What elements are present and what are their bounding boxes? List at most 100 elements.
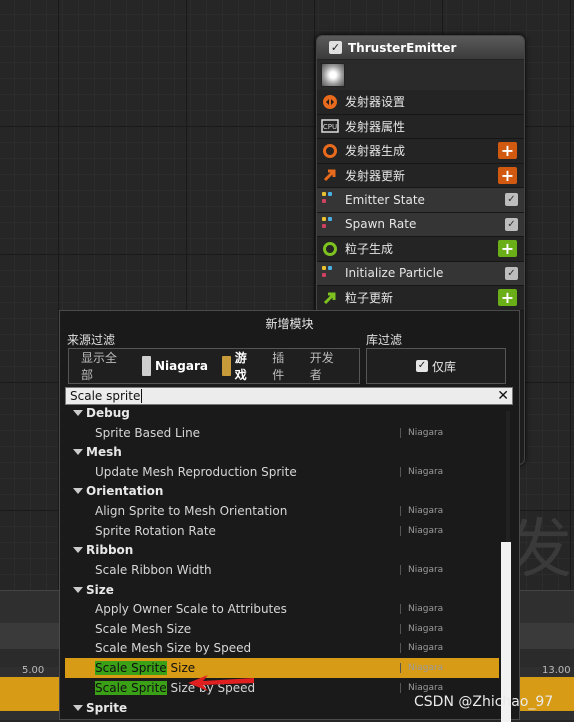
- module-list-item[interactable]: Sprite Based Line Niagara: [60, 423, 508, 443]
- stack-row-label: Initialize Particle: [345, 266, 444, 281]
- module-list-item[interactable]: Apply Owner Scale to Attributes Niagara: [60, 599, 508, 619]
- stack-section-row[interactable]: 粒子生成 +: [317, 237, 524, 262]
- module-list-item[interactable]: Sprite Rotation Rate Niagara: [60, 521, 508, 541]
- emitter-spawn-icon: [321, 142, 339, 160]
- module-source: Niagara: [400, 663, 443, 674]
- particle-spawn-icon: [321, 240, 339, 258]
- module-source: Niagara: [400, 643, 443, 654]
- library-only-checkbox[interactable]: ✓: [415, 360, 428, 372]
- module-name-rest: Size: [166, 661, 196, 676]
- module-name: Scale Mesh Size by Speed: [95, 641, 252, 656]
- stack-row-label: 发射器生成: [345, 144, 406, 159]
- category-name: Mesh: [86, 445, 122, 460]
- module-list-item[interactable]: Scale Sprite Size Niagara: [65, 658, 499, 679]
- cpu-icon: CPU: [321, 117, 339, 135]
- emitter-update-icon: [321, 166, 339, 184]
- add-module-button[interactable]: +: [498, 142, 517, 160]
- stack-module-row[interactable]: Emitter State ✓: [317, 188, 524, 213]
- module-enable-checkbox[interactable]: ✓: [505, 266, 518, 280]
- stack-row-label: 粒子生成: [345, 242, 394, 257]
- module-source: Niagara: [400, 682, 443, 693]
- module-list-item[interactable]: Scale Ribbon Width Niagara: [60, 560, 508, 580]
- clear-search-icon[interactable]: ✕: [497, 388, 509, 404]
- category-name: Ribbon: [86, 543, 134, 558]
- emitter-enable-checkbox[interactable]: ✓: [329, 41, 342, 54]
- source-filter-label: Niagara: [155, 359, 208, 373]
- module-source: Niagara: [400, 427, 443, 438]
- stack-row-label: Emitter State: [345, 192, 425, 207]
- module-list-item[interactable]: Scale Mesh Size Niagara: [60, 619, 508, 639]
- category-name: Debug: [86, 407, 130, 420]
- search-match-highlight: Scale Sprite: [95, 661, 167, 676]
- module-list-item[interactable]: Update Mesh Reproduction Sprite Niagara: [60, 462, 508, 482]
- add-module-button[interactable]: +: [498, 166, 517, 184]
- watermark: CSDN @Zhichao_97: [414, 694, 554, 710]
- collapse-triangle-icon[interactable]: [73, 586, 83, 593]
- source-filter-chip[interactable]: Niagara: [142, 356, 208, 376]
- module-dots-icon: [322, 192, 336, 208]
- category-row[interactable]: Ribbon: [60, 540, 508, 560]
- category-name: Size: [86, 582, 114, 597]
- stack-section-row[interactable]: 发射器更新 +: [317, 163, 524, 188]
- module-source: Niagara: [400, 623, 443, 634]
- add-module-popup[interactable]: 新增模块 来源过滤 库过滤 显示全部 Niagara 游戏 插件 开发者 ✓ 仅库 Sc…: [59, 310, 520, 722]
- popup-title: 新增模块: [265, 317, 314, 331]
- category-row[interactable]: Mesh: [60, 442, 508, 462]
- module-name: Update Mesh Reproduction Sprite: [95, 464, 297, 479]
- collapse-triangle-icon[interactable]: [73, 547, 83, 554]
- module-source: Niagara: [400, 525, 443, 536]
- emitter-stack: 发射器设置 CPU 发射器属性 发射器生成 + 发射器更新 + Emitter State ✓ S…: [317, 90, 524, 311]
- module-name: Align Sprite to Mesh Orientation: [95, 503, 288, 518]
- emitter-thumbnail[interactable]: [321, 63, 345, 87]
- stack-row-label: 发射器设置: [345, 95, 406, 110]
- module-dots-icon: [322, 265, 336, 282]
- stack-row-label: 发射器更新: [345, 168, 406, 183]
- add-module-button[interactable]: +: [498, 289, 517, 307]
- svg-text:CPU: CPU: [323, 123, 337, 131]
- collapse-triangle-icon[interactable]: [73, 449, 83, 456]
- library-only-toggle[interactable]: ✓ 仅库: [366, 348, 506, 384]
- module-list-item[interactable]: Align Sprite to Mesh Orientation Niagara: [60, 501, 508, 521]
- emitter-thumbnail-row: [317, 60, 524, 90]
- emitter-node-header[interactable]: ✓ ThrusterEmitter: [317, 36, 524, 60]
- module-dots-icon: [322, 216, 336, 233]
- source-filter-chip[interactable]: 显示全部: [81, 349, 128, 383]
- stack-section-row[interactable]: 发射器设置: [317, 90, 524, 115]
- collapse-triangle-icon[interactable]: [73, 488, 83, 495]
- stack-section-row[interactable]: 粒子更新 +: [317, 286, 524, 311]
- source-color-swatch: [221, 356, 231, 376]
- stack-section-row[interactable]: CPU 发射器属性: [317, 114, 524, 139]
- stack-row-label: 粒子更新: [345, 291, 394, 306]
- module-source: Niagara: [400, 604, 443, 614]
- module-name: Apply Owner Scale to Attributes: [95, 602, 287, 616]
- stack-row-label: Spawn Rate: [345, 217, 417, 232]
- source-filter-chip[interactable]: 开发者: [310, 349, 345, 383]
- module-enable-checkbox[interactable]: ✓: [505, 217, 518, 231]
- search-input[interactable]: Scale sprite ✕: [65, 387, 513, 405]
- module-name: Sprite Rotation Rate: [95, 523, 216, 538]
- source-filter-label: 开发者: [309, 351, 334, 382]
- module-source: Niagara: [400, 505, 443, 516]
- source-filter-label: 插件: [272, 351, 285, 382]
- source-filter-chip[interactable]: 插件: [272, 349, 296, 383]
- module-enable-checkbox[interactable]: ✓: [505, 193, 518, 207]
- stack-section-row[interactable]: 发射器生成 +: [317, 139, 524, 164]
- stack-module-row[interactable]: Spawn Rate ✓: [317, 212, 524, 237]
- collapse-triangle-icon[interactable]: [73, 410, 83, 416]
- module-name: Scale Sprite Size: [95, 661, 196, 676]
- collapse-triangle-icon[interactable]: [73, 704, 83, 711]
- emitter-title: ThrusterEmitter: [348, 40, 457, 55]
- module-source: Niagara: [400, 564, 443, 575]
- red-arrow-annotation: [188, 675, 254, 691]
- category-row[interactable]: Size: [60, 580, 508, 600]
- module-name: Sprite Based Line: [95, 425, 201, 440]
- emitter-settings-icon: [321, 93, 339, 111]
- module-list-item[interactable]: Scale Mesh Size by Speed Niagara: [60, 638, 508, 658]
- library-filter-label: 库过滤: [366, 333, 403, 347]
- category-row[interactable]: Orientation: [60, 481, 508, 501]
- library-only-label: 仅库: [431, 359, 456, 374]
- add-module-button[interactable]: +: [498, 240, 517, 258]
- stack-module-row[interactable]: Initialize Particle ✓: [317, 261, 524, 286]
- source-filter-chip[interactable]: 游戏: [221, 349, 258, 383]
- category-row[interactable]: Debug: [60, 407, 508, 423]
